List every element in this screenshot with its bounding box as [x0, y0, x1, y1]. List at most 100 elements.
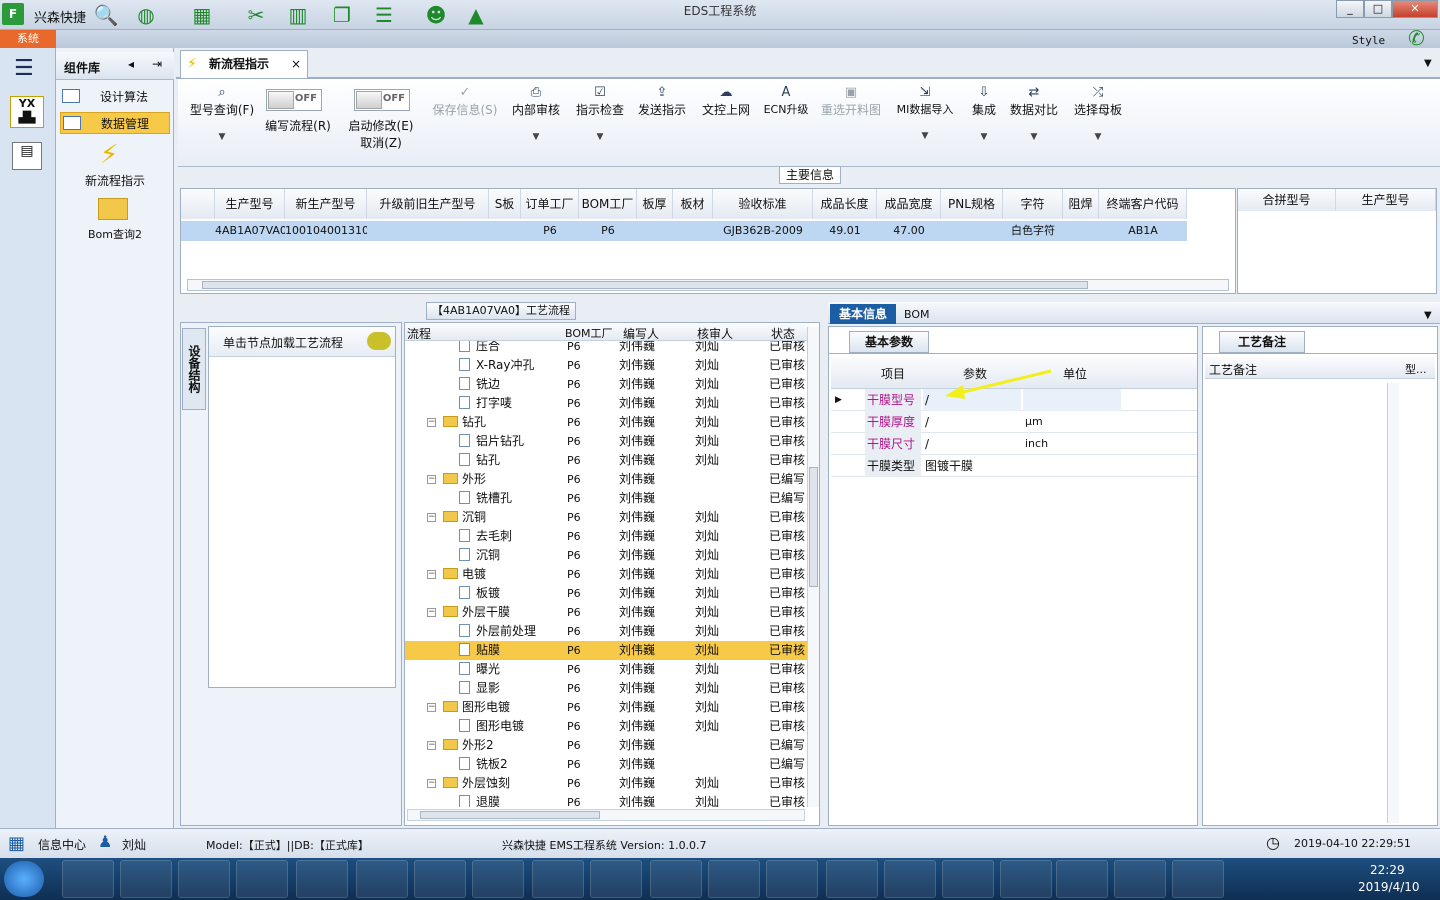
save-info-button[interactable]: ✓ 保存信息(S)	[428, 85, 502, 118]
tab-process-remarks[interactable]: 工艺备注	[1219, 331, 1305, 353]
reselect-cut-map-button[interactable]: ▣ 重选开料图	[818, 85, 884, 118]
param-value-cell[interactable]: /	[923, 433, 1021, 455]
process-tree-row[interactable]: − 钻孔 P6 刘伟巍 刘灿 已审核	[405, 413, 809, 432]
data-compare-button[interactable]: ⇄ 数据对比 ▼	[1008, 85, 1060, 142]
collapse-left-icon[interactable]: ◂	[128, 57, 134, 71]
tree-node[interactable]: 外形2	[443, 736, 494, 755]
collapse-icon[interactable]: −	[427, 513, 436, 522]
grid-cell[interactable]: P6	[521, 221, 579, 241]
param-row[interactable]: 干膜尺寸 / inch	[831, 433, 1197, 455]
process-tree-row[interactable]: 铝片钻孔 P6 刘伟巍 刘灿 已审核	[405, 432, 809, 451]
tab-dropdown-icon[interactable]: ▼	[1424, 58, 1432, 69]
scrollbar-thumb[interactable]	[202, 281, 1088, 289]
process-tree-row[interactable]: 沉铜 P6 刘伟巍 刘灿 已审核	[405, 546, 809, 565]
taskbar-app-save-icon[interactable]	[236, 860, 288, 898]
tree-node[interactable]: 沉铜	[459, 546, 500, 565]
tree-node[interactable]: 钻孔	[459, 451, 500, 470]
tree-node[interactable]: X-Ray冲孔	[459, 356, 534, 375]
column-header[interactable]: 订单工厂	[521, 189, 579, 219]
collapse-icon[interactable]: −	[427, 779, 436, 788]
scissors-icon[interactable]: ✂	[244, 3, 268, 27]
taskbar-app-x-icon[interactable]	[826, 860, 878, 898]
equipment-structure-tab[interactable]: 设备结构	[182, 328, 206, 410]
grid-cell[interactable]: 白色字符	[1003, 221, 1063, 241]
bom-query-launcher[interactable]: Bom查询2	[60, 226, 170, 242]
taskbar-app-bird-icon[interactable]	[120, 860, 172, 898]
column-header[interactable]: PNL规格	[941, 189, 1003, 219]
windows-grid-icon[interactable]: ▦	[8, 833, 25, 854]
scrollbar-thumb[interactable]	[809, 467, 818, 587]
mi-import-button[interactable]: ⇲ MI数据导入 ▼	[892, 85, 958, 141]
taskbar-app-eds-icon[interactable]	[472, 860, 524, 898]
taskbar-app-browser-icon[interactable]	[296, 860, 348, 898]
select-mother-board-button[interactable]: ⤮ 选择母板 ▼	[1072, 85, 1124, 142]
tab-new-flow[interactable]: ⚡ 新流程指示 ×	[180, 50, 308, 78]
column-header[interactable]: 成品长度	[813, 189, 877, 219]
tree-node[interactable]: 板镀	[459, 584, 500, 603]
calculator-icon[interactable]: ▤	[12, 142, 42, 170]
process-tree-row[interactable]: 板镀 P6 刘伟巍 刘灿 已审核	[405, 584, 809, 603]
model-query-button[interactable]: ⌕ 型号查询(F) ▼	[184, 85, 260, 142]
column-header[interactable]: 验收标准	[713, 189, 813, 219]
column-header[interactable]: BOM工厂	[579, 189, 637, 219]
column-header[interactable]: S板	[489, 189, 521, 219]
process-tree-row[interactable]: 图形电镀 P6 刘伟巍 刘灿 已审核	[405, 717, 809, 736]
taskbar-app-x-icon[interactable]	[1000, 860, 1052, 898]
vertical-scrollbar[interactable]	[807, 327, 819, 807]
factory-icon[interactable]: YX ▟▙	[10, 96, 44, 128]
tree-node[interactable]: 外层蚀刻	[443, 774, 510, 793]
start-modify-toggle[interactable]: OFF	[354, 89, 410, 111]
tab-bom[interactable]: BOM	[904, 308, 930, 321]
process-tree-row[interactable]: − 外层干膜 P6 刘伟巍 刘灿 已审核	[405, 603, 809, 622]
taskbar-app-excel-icon[interactable]	[708, 860, 760, 898]
panel-dropdown-icon[interactable]: ▼	[1424, 310, 1432, 321]
process-tree-row[interactable]: − 电镀 P6 刘伟巍 刘灿 已审核	[405, 565, 809, 584]
column-header[interactable]: 板厚	[637, 189, 673, 219]
tab-basic-params[interactable]: 基本参数	[849, 331, 929, 353]
collapse-icon[interactable]: −	[427, 570, 436, 579]
copy-icon[interactable]: ❐	[330, 3, 354, 27]
lib-item-algorithm[interactable]: 设计算法	[60, 86, 170, 108]
param-row[interactable]: 干膜类型 图镀干膜	[831, 455, 1197, 477]
tab-close-icon[interactable]: ×	[291, 51, 301, 77]
column-header[interactable]: 阻焊	[1063, 189, 1099, 219]
ecn-upgrade-button[interactable]: A ECN升级	[760, 85, 812, 117]
collapse-icon[interactable]: −	[427, 418, 436, 427]
tree-node[interactable]: 贴膜	[459, 641, 500, 660]
close-button[interactable]: ✕	[1392, 0, 1438, 18]
grid-cell[interactable]	[489, 221, 521, 241]
process-tree-row[interactable]: 曝光 P6 刘伟巍 刘灿 已审核	[405, 660, 809, 679]
process-tree-row[interactable]: − 图形电镀 P6 刘伟巍 刘灿 已审核	[405, 698, 809, 717]
process-tree-row[interactable]: 打字唛 P6 刘伟巍 刘灿 已审核	[405, 394, 809, 413]
grid-cell[interactable]: 47.00	[877, 221, 941, 241]
process-tree-row[interactable]: − 沉铜 P6 刘伟巍 刘灿 已审核	[405, 508, 809, 527]
doc-upload-button[interactable]: ☁ 文控上网	[698, 85, 754, 118]
row-selector[interactable]	[181, 221, 215, 241]
tree-node[interactable]: 铣板2	[459, 755, 508, 774]
column-header[interactable]: 成品宽度	[877, 189, 941, 219]
param-unit-cell[interactable]: inch	[1023, 433, 1121, 455]
process-tree-row[interactable]: 去毛刺 P6 刘伟巍 刘灿 已审核	[405, 527, 809, 546]
tree-node[interactable]: 去毛刺	[459, 527, 512, 546]
tree-node[interactable]: 压合	[459, 341, 500, 356]
globe-icon[interactable]: ◍	[134, 3, 158, 27]
tree-node[interactable]: 电镀	[443, 565, 486, 584]
taskbar-app-word-icon[interactable]	[532, 860, 584, 898]
taskbar-app-network-icon[interactable]	[1172, 860, 1224, 898]
search-icon[interactable]: 🔍	[94, 3, 119, 27]
edit-flow-toggle[interactable]: OFF	[266, 89, 322, 111]
scrollbar-thumb[interactable]	[420, 811, 600, 819]
user-icon[interactable]: ☻	[424, 3, 448, 27]
info-center-link[interactable]: 信息中心	[38, 836, 86, 853]
taskbar-app-x-icon[interactable]	[1056, 860, 1108, 898]
column-header[interactable]: 升级前旧生产型号	[367, 189, 489, 219]
film-icon[interactable]: ▥	[286, 3, 310, 27]
horizontal-scrollbar[interactable]	[187, 279, 1229, 291]
chart-icon[interactable]: ▲	[464, 3, 488, 27]
grid-cell[interactable]: 10010400131052	[285, 221, 383, 241]
taskbar-app-ie-icon[interactable]	[356, 860, 408, 898]
process-tree-row[interactable]: 铣边 P6 刘伟巍 刘灿 已审核	[405, 375, 809, 394]
column-header[interactable]: 新生产型号	[285, 189, 367, 219]
param-row[interactable]: 干膜厚度 / μm	[831, 411, 1197, 433]
process-tree-row[interactable]: − 外层蚀刻 P6 刘伟巍 刘灿 已审核	[405, 774, 809, 793]
